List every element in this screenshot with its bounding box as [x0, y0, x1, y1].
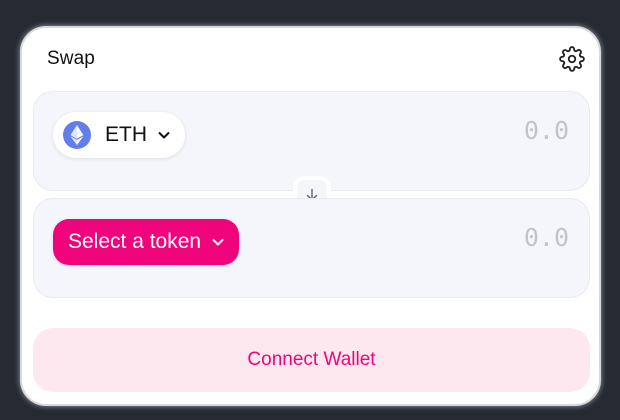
settings-button[interactable] — [559, 46, 585, 72]
select-token-label: Select a token — [68, 230, 202, 253]
ethereum-icon — [63, 121, 91, 149]
connect-wallet-button[interactable]: Connect Wallet — [33, 328, 590, 392]
output-amount-field[interactable] — [369, 223, 569, 252]
swap-card: Swap ETH 0.0 Select a token 0.0 Connect … — [20, 26, 601, 406]
gear-icon — [559, 46, 585, 72]
input-amount-field[interactable] — [369, 116, 569, 145]
swap-title: Swap — [47, 48, 95, 69]
output-panel: Select a token — [33, 198, 590, 298]
input-token-symbol: ETH — [105, 123, 147, 146]
chevron-down-icon — [212, 239, 224, 246]
chevron-down-icon — [158, 132, 170, 139]
input-token-selector[interactable]: ETH — [53, 112, 185, 158]
select-token-button[interactable]: Select a token — [53, 219, 240, 265]
